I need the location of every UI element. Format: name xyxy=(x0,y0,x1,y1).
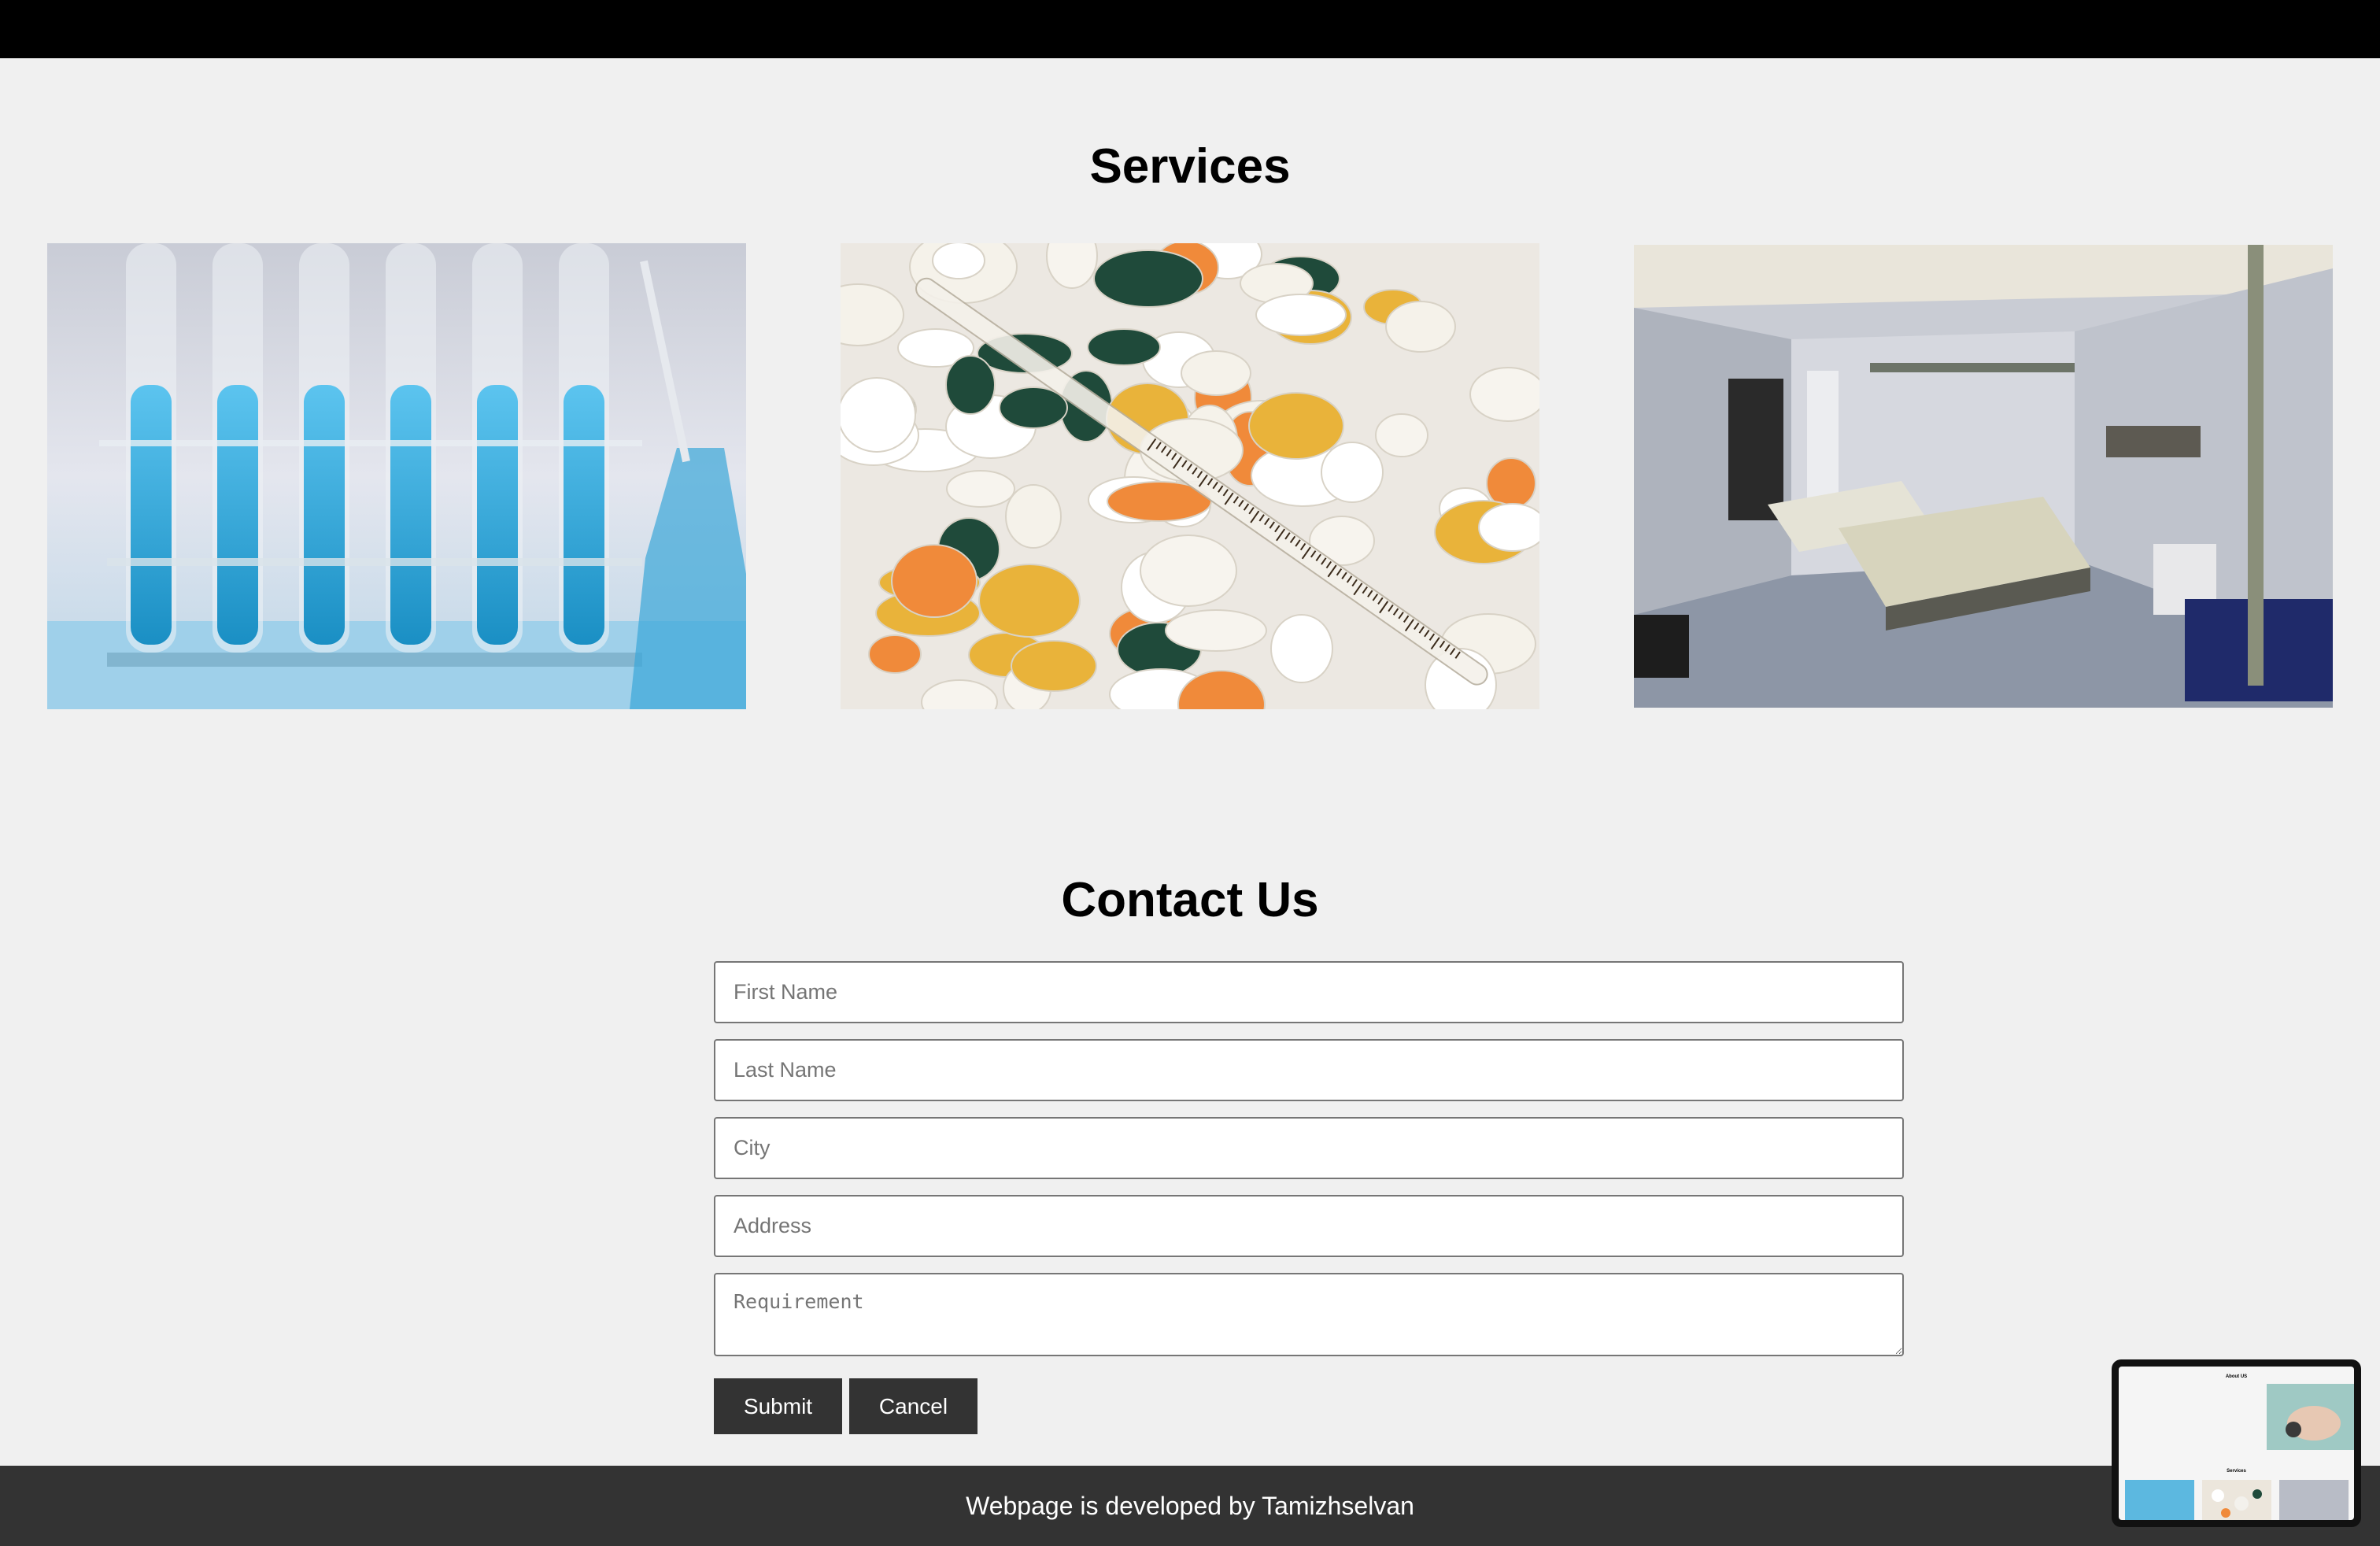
thumbnail-about-image xyxy=(2267,1384,2354,1450)
thumbnail-services-title: Services xyxy=(2227,1469,2246,1474)
cancel-button[interactable]: Cancel xyxy=(849,1378,978,1434)
footer: Webpage is developed by Tamizhselvan xyxy=(0,1466,2380,1546)
thumbnail-ward-image xyxy=(2279,1480,2349,1520)
pills-thermometer-photo xyxy=(841,243,1539,709)
address-input[interactable] xyxy=(714,1195,1904,1257)
top-bar xyxy=(0,0,2380,58)
submit-button[interactable]: Submit xyxy=(714,1378,842,1434)
requirement-textarea[interactable] xyxy=(714,1273,1904,1356)
footer-text: Webpage is developed by Tamizhselvan xyxy=(966,1491,1414,1520)
contact-title: Contact Us xyxy=(1061,873,1319,927)
last-name-input[interactable] xyxy=(714,1039,1904,1101)
thumbnail-pills-image xyxy=(2202,1480,2271,1520)
hospital-ward-photo xyxy=(1634,245,2333,708)
city-input[interactable] xyxy=(714,1117,1904,1179)
lab-test-tubes-photo xyxy=(47,243,746,709)
screenshot-preview-thumbnail[interactable]: About US Services xyxy=(2112,1359,2361,1527)
thumbnail-about-title: About US xyxy=(2225,1374,2248,1379)
thumbnail-lab-image xyxy=(2125,1480,2194,1520)
first-name-input[interactable] xyxy=(714,961,1904,1023)
services-title: Services xyxy=(1089,139,1291,194)
